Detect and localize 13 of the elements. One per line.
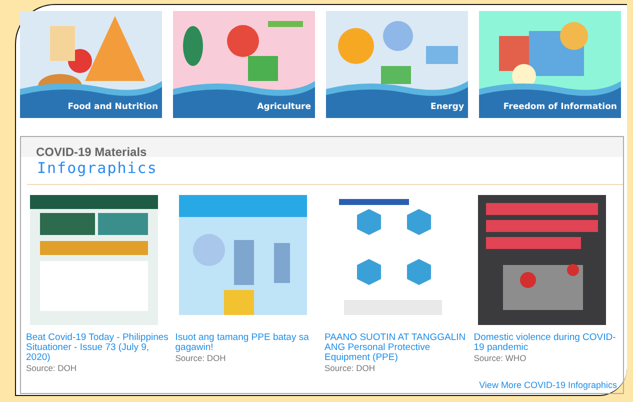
section-subheading: Infographics [37, 159, 158, 177]
infographic-link[interactable]: Domestic violence during COVID-19 pandemic [474, 333, 623, 353]
source-text: Source: DOH [324, 363, 376, 374]
source-text: Source: DOH [175, 353, 227, 364]
infographic-link[interactable]: Isuot ang tamang PPE batay sa gagawin! [175, 333, 324, 353]
infographic-link[interactable]: Beat Covid-19 Today - Philippines Situationer - Issue 73 (July 9, 2020) [26, 333, 176, 363]
source-text: Source: WHO [474, 353, 528, 364]
view-more-link[interactable]: View More COVID-19 Infographics [479, 380, 617, 390]
tile-caption[interactable]: Energy [430, 102, 464, 112]
infographic-link[interactable]: PAANO SUOTIN AT TANGGALIN ANG Personal Protective Equipment (PPE) [324, 333, 474, 363]
section-heading: COVID-19 Materials [36, 145, 147, 159]
source-text: Source: DOH [26, 363, 78, 374]
tile-caption[interactable]: Agriculture [257, 102, 311, 112]
